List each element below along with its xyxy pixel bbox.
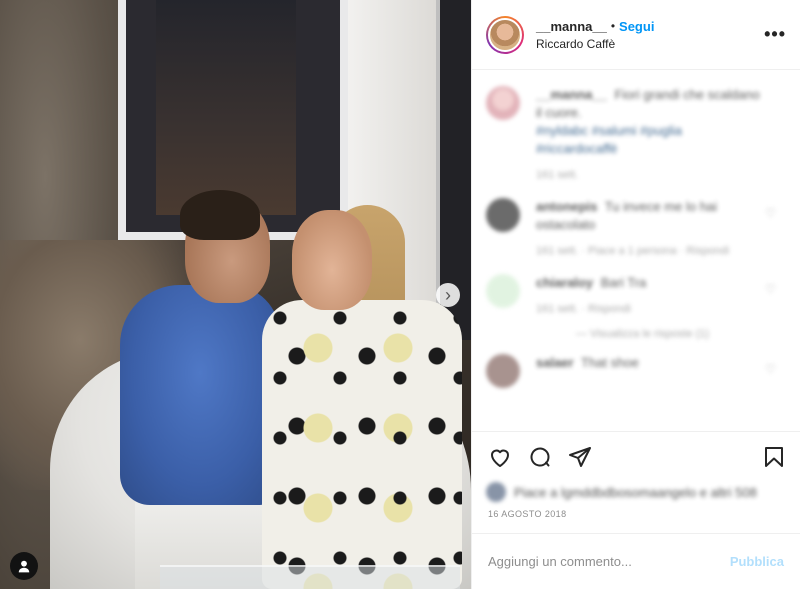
username-link[interactable]: __manna__: [536, 19, 607, 34]
action-bar: [472, 431, 800, 481]
avatar-image: [488, 17, 522, 52]
comment-body: __manna__ Fiori grandi che scaldano il c…: [536, 86, 766, 184]
heart-icon[interactable]: [486, 443, 514, 471]
comment-time: 161 sett.: [536, 169, 579, 181]
likes-summary[interactable]: Piace a lgmddbdbosomaangelo e altri 508: [472, 481, 800, 503]
post-side-panel: __manna__ • Segui Riccardo Caffè ••• __m…: [471, 0, 800, 589]
comment-meta: 161 sett. · Rispondi: [536, 303, 631, 315]
comment-meta: 161 sett. · Piace a 1 persona · Rispondi: [536, 245, 730, 257]
photo-woman-head: [292, 210, 372, 310]
comment-username[interactable]: salaer: [536, 355, 574, 370]
share-icon-svg: [569, 446, 591, 467]
heart-icon[interactable]: ♡: [765, 282, 776, 296]
follow-button[interactable]: Segui: [619, 19, 654, 34]
post-date: 16 AGOSTO 2018: [488, 509, 567, 519]
comment-text: That shoe: [580, 355, 639, 370]
heart-icon[interactable]: ♡: [765, 206, 776, 220]
comment-text: Bari Tra: [600, 275, 647, 290]
comment-icon[interactable]: [526, 443, 554, 471]
bookmark-icon[interactable]: [760, 443, 788, 471]
post-header: __manna__ • Segui Riccardo Caffè •••: [472, 0, 800, 70]
hashtags[interactable]: #nyldabc #salumi #puglia #riccardocaffè: [536, 123, 682, 156]
comment-username[interactable]: antonepis: [536, 199, 597, 214]
photo-man-hair: [180, 190, 260, 240]
instagram-post: › __manna__ • Segui Riccardo Caffè ••• _…: [0, 0, 800, 589]
photo-woman-dress: [262, 300, 462, 589]
heart-icon[interactable]: ♡: [765, 362, 776, 376]
avatar: [486, 482, 506, 502]
list-item: chiaraloy Bari Tra 161 sett. · Rispondi …: [486, 274, 784, 318]
comment-icon-svg: [530, 447, 550, 466]
comment-body: chiaraloy Bari Tra 161 sett. · Rispondi: [536, 274, 766, 318]
add-comment-bar: Pubblica: [472, 533, 800, 589]
more-horizontal-icon[interactable]: •••: [764, 24, 786, 45]
share-icon[interactable]: [566, 443, 594, 471]
separator-dot: •: [610, 19, 616, 33]
photo-window-glass: [156, 0, 296, 215]
user-tag-icon[interactable]: [10, 552, 38, 580]
heart-icon-svg: [491, 449, 509, 467]
caption-comment: __manna__ Fiori grandi che scaldano il c…: [486, 86, 784, 184]
comment-username[interactable]: __manna__: [536, 87, 607, 102]
photo-man-shirt: [120, 285, 280, 505]
post-photo[interactable]: ›: [0, 0, 471, 589]
likes-text: Piace a lgmddbdbosomaangelo e altri 508: [514, 484, 757, 500]
comment-body: antonepis Tu invece me lo hai ostacolato…: [536, 198, 766, 260]
bookmark-icon-svg: [765, 446, 783, 467]
avatar[interactable]: [486, 86, 520, 120]
avatar[interactable]: [486, 354, 520, 388]
chevron-right-icon[interactable]: ›: [436, 283, 460, 307]
comment-input[interactable]: [488, 554, 730, 569]
list-item: antonepis Tu invece me lo hai ostacolato…: [486, 198, 784, 260]
view-replies-link[interactable]: — Visualizza le risposte (1): [576, 328, 784, 340]
publish-button[interactable]: Pubblica: [730, 554, 784, 569]
avatar[interactable]: [486, 198, 520, 232]
photo-glass-table: [160, 565, 460, 589]
comment-body: salaer That shoe: [536, 354, 766, 388]
user-icon: [18, 560, 30, 573]
list-item: salaer That shoe ♡: [486, 354, 784, 388]
comments-list[interactable]: __manna__ Fiori grandi che scaldano il c…: [472, 70, 800, 431]
comment-username[interactable]: chiaraloy: [536, 275, 593, 290]
header-text: __manna__ • Segui Riccardo Caffè: [536, 19, 654, 51]
avatar[interactable]: [486, 15, 524, 54]
avatar[interactable]: [486, 274, 520, 308]
location-link[interactable]: Riccardo Caffè: [536, 37, 654, 51]
header-line: __manna__ • Segui: [536, 19, 654, 34]
